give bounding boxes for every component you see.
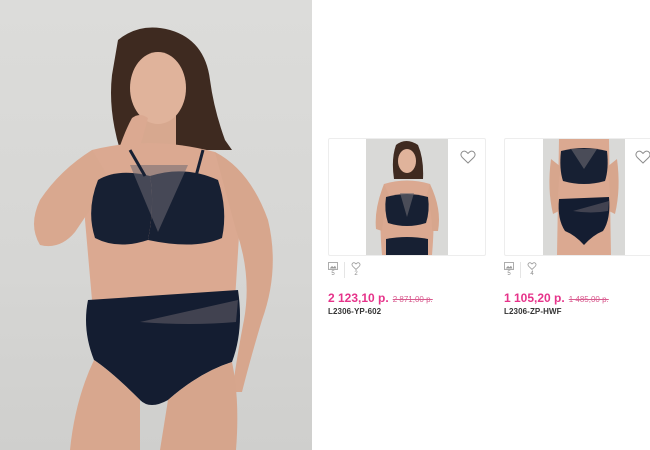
favorites-count-value: 4	[530, 271, 534, 277]
favorites-count[interactable]: 4	[527, 262, 537, 277]
hero-model-photo	[0, 0, 312, 450]
divider	[520, 262, 521, 278]
product-photo[interactable]	[366, 139, 448, 255]
favorites-count-value: 2	[354, 271, 358, 277]
old-price: 1 485,00 р.	[568, 295, 609, 304]
model-illustration	[34, 27, 273, 450]
photos-count-value: 5	[507, 271, 511, 277]
product-sku[interactable]: L2306-ZP-HWF	[504, 307, 562, 316]
photos-icon	[504, 262, 514, 270]
heart-icon	[351, 262, 361, 270]
product-photo[interactable]	[543, 139, 625, 255]
heart-icon	[460, 150, 476, 164]
product-card[interactable]	[504, 138, 650, 256]
product-photo-bra-illustration	[366, 139, 448, 255]
product-sku[interactable]: L2306-YP-602	[328, 307, 381, 316]
photos-icon	[328, 262, 338, 270]
photos-count[interactable]: 5	[504, 262, 514, 277]
product-photo-brief-illustration	[543, 139, 625, 255]
favorite-heart-button[interactable]	[635, 149, 650, 165]
divider	[344, 262, 345, 278]
product-card[interactable]	[328, 138, 486, 256]
product-price: 1 105,20 р. 1 485,00 р.	[504, 291, 609, 305]
current-price: 2 123,10 р.	[328, 291, 389, 305]
favorites-count[interactable]: 2	[351, 262, 361, 277]
current-price: 1 105,20 р.	[504, 291, 565, 305]
heart-icon	[527, 262, 537, 270]
photos-count[interactable]: 5	[328, 262, 338, 277]
product-price: 2 123,10 р. 2 871,00 р.	[328, 291, 433, 305]
old-price: 2 871,00 р.	[392, 295, 433, 304]
product-meta: 5 4	[504, 262, 537, 278]
heart-icon	[635, 150, 650, 164]
favorite-heart-button[interactable]	[460, 149, 476, 165]
product-meta: 5 2	[328, 262, 361, 278]
photos-count-value: 5	[331, 271, 335, 277]
